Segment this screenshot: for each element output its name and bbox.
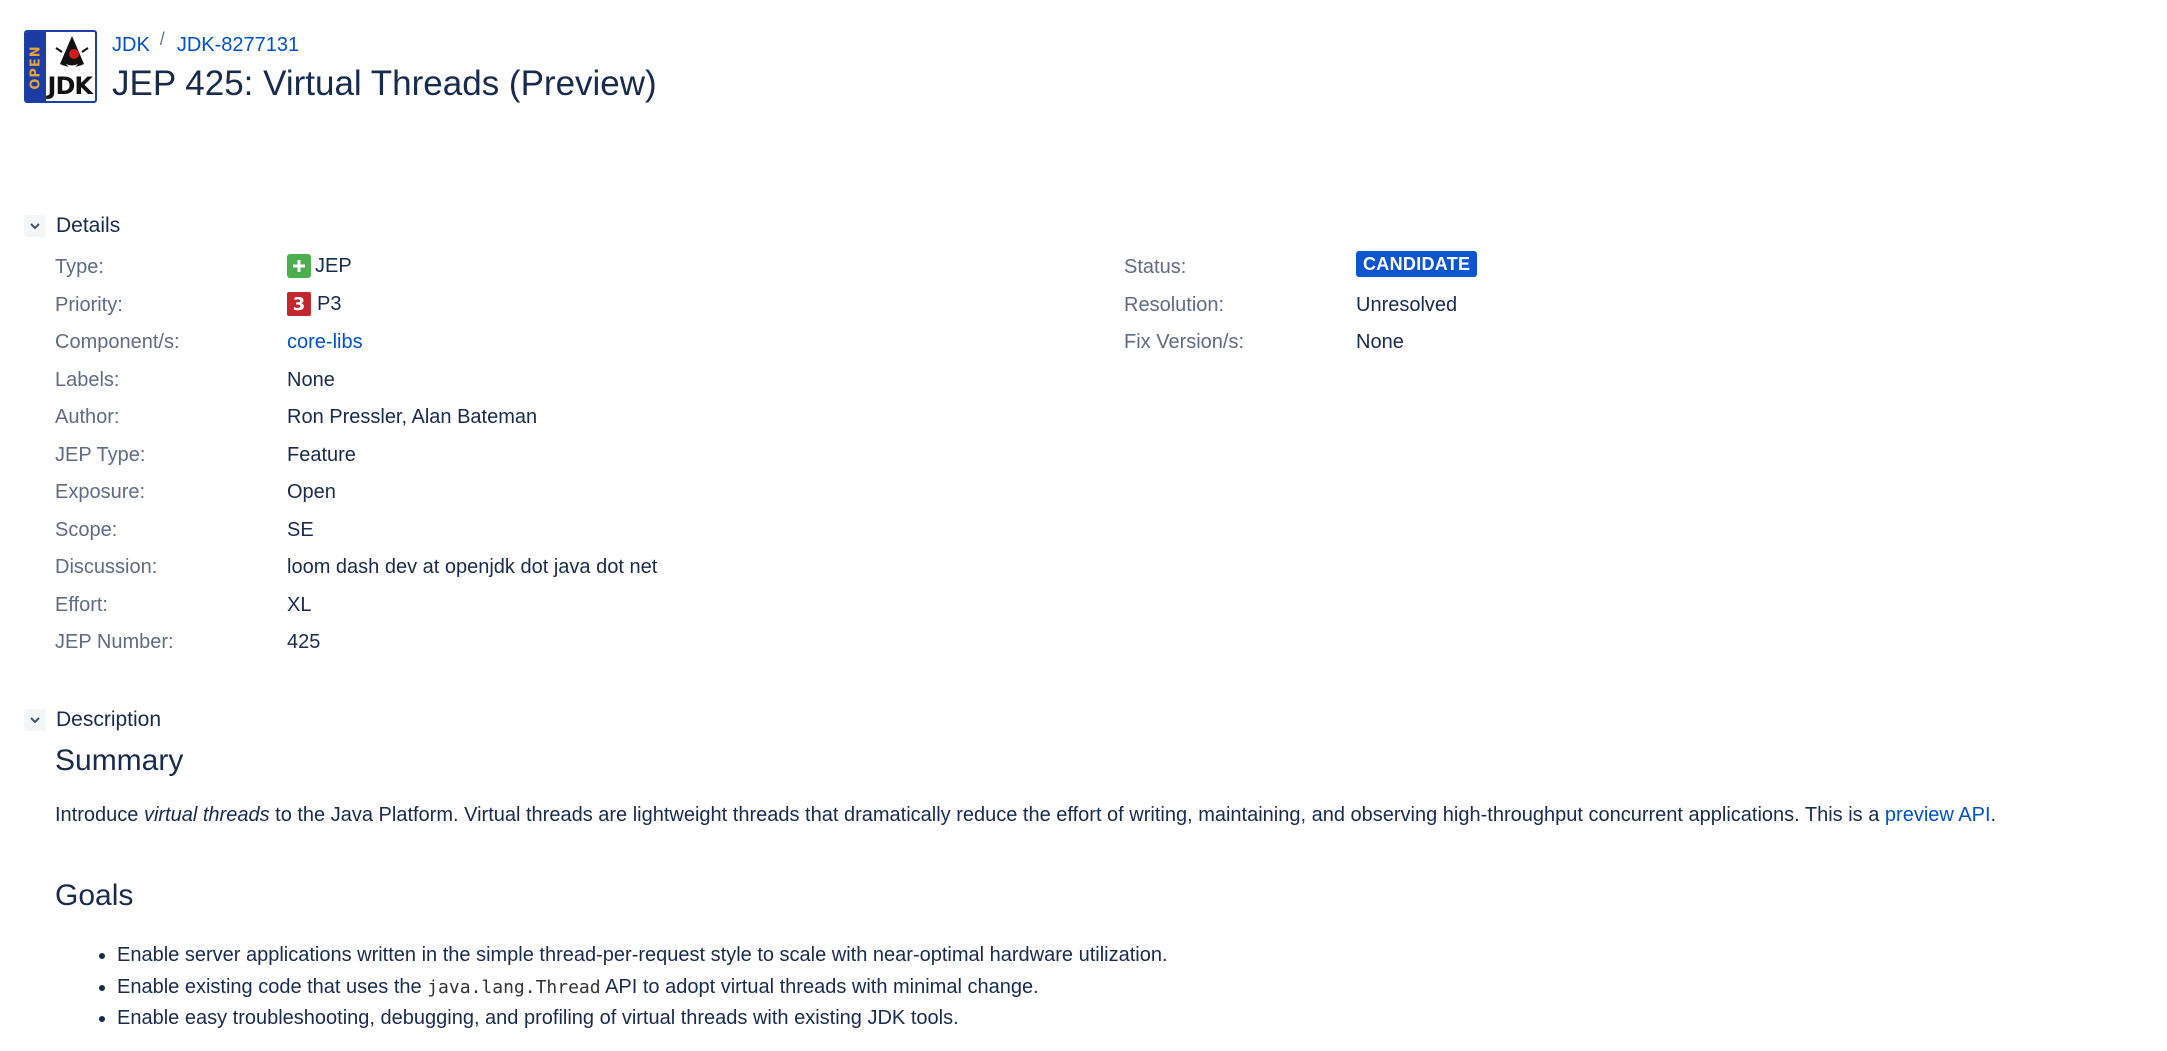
discussion-value: loom dash dev at openjdk dot java dot ne… [287, 556, 658, 578]
components-label: Component/s: [55, 331, 180, 353]
page-title: JEP 425: Virtual Threads (Preview) [112, 64, 657, 103]
labels-value: None [287, 369, 335, 391]
type-text: JEP [315, 254, 352, 277]
components-value: core-libs [287, 331, 363, 354]
component-link[interactable]: core-libs [287, 331, 363, 354]
list-item: Enable existing code that uses the java.… [117, 972, 1168, 1004]
jep-number-label: JEP Number: [55, 631, 174, 653]
priority-3-icon: 3 [287, 292, 311, 316]
scope-value: SE [287, 519, 314, 541]
goals-heading: Goals [55, 879, 134, 912]
preview-api-link[interactable]: preview API [1885, 804, 1991, 826]
description-heading: Description [56, 708, 162, 731]
status-value: CANDIDATE [1356, 251, 1478, 277]
description-section-toggle[interactable]: Description [24, 708, 161, 732]
goal-text-post: API to adopt virtual threads with minima… [600, 975, 1039, 998]
duke-mascot-icon [55, 36, 89, 68]
priority-value: 3 P3 [287, 292, 341, 316]
effort-label: Effort: [55, 594, 108, 616]
breadcrumb-issue-link[interactable]: JDK-8277131 [177, 34, 299, 57]
plus-icon [287, 254, 311, 278]
chevron-down-icon [24, 215, 46, 237]
breadcrumb-project-link[interactable]: JDK [112, 34, 150, 57]
openjdk-logo[interactable]: OPEN JDK [24, 30, 97, 103]
jep-type-label: JEP Type: [55, 444, 146, 466]
inline-code: java.lang.Thread [427, 976, 601, 998]
exposure-value: Open [287, 481, 336, 503]
status-badge[interactable]: CANDIDATE [1356, 251, 1478, 277]
breadcrumb-separator: / [159, 29, 165, 49]
resolution-value: Unresolved [1356, 294, 1458, 316]
summary-body: to the Java Platform. Virtual threads ar… [269, 804, 1885, 826]
goals-list: Enable server applications written in th… [55, 940, 1168, 1035]
resolution-label: Resolution: [1124, 294, 1225, 316]
list-item: Enable easy troubleshooting, debugging, … [117, 1003, 1168, 1035]
goal-text: Enable server applications written in th… [117, 944, 1168, 966]
author-label: Author: [55, 406, 120, 428]
priority-text: P3 [317, 292, 342, 315]
breadcrumb: JDK / JDK-8277131 [112, 29, 299, 57]
status-label: Status: [1124, 256, 1187, 278]
author-value: Ron Pressler, Alan Bateman [287, 406, 538, 428]
discussion-label: Discussion: [55, 556, 158, 578]
type-label: Type: [55, 256, 104, 278]
details-heading: Details [56, 214, 121, 237]
summary-end: . [1990, 804, 1997, 826]
jep-type-value: Feature [287, 444, 356, 466]
summary-emphasis: virtual threads [143, 804, 270, 826]
logo-open-text: OPEN [28, 45, 44, 90]
summary-intro: Introduce [55, 804, 144, 826]
labels-label: Labels: [55, 369, 120, 391]
fix-versions-label: Fix Version/s: [1124, 331, 1245, 353]
jep-number-value: 425 [287, 631, 321, 653]
exposure-label: Exposure: [55, 481, 146, 503]
fix-versions-value: None [1356, 331, 1404, 353]
summary-paragraph: Introduce virtual threads to the Java Pl… [55, 804, 1996, 827]
scope-label: Scope: [55, 519, 118, 541]
goal-text-pre: Enable existing code that uses the [117, 975, 428, 998]
list-item: Enable server applications written in th… [117, 940, 1168, 972]
summary-heading: Summary [55, 744, 184, 777]
goal-text: Enable easy troubleshooting, debugging, … [117, 1007, 959, 1029]
logo-jdk-text: JDK [47, 72, 93, 100]
effort-value: XL [287, 594, 312, 616]
chevron-down-icon [24, 709, 46, 731]
priority-label: Priority: [55, 294, 123, 316]
type-value: JEP [287, 254, 352, 278]
details-section-toggle[interactable]: Details [24, 214, 120, 238]
